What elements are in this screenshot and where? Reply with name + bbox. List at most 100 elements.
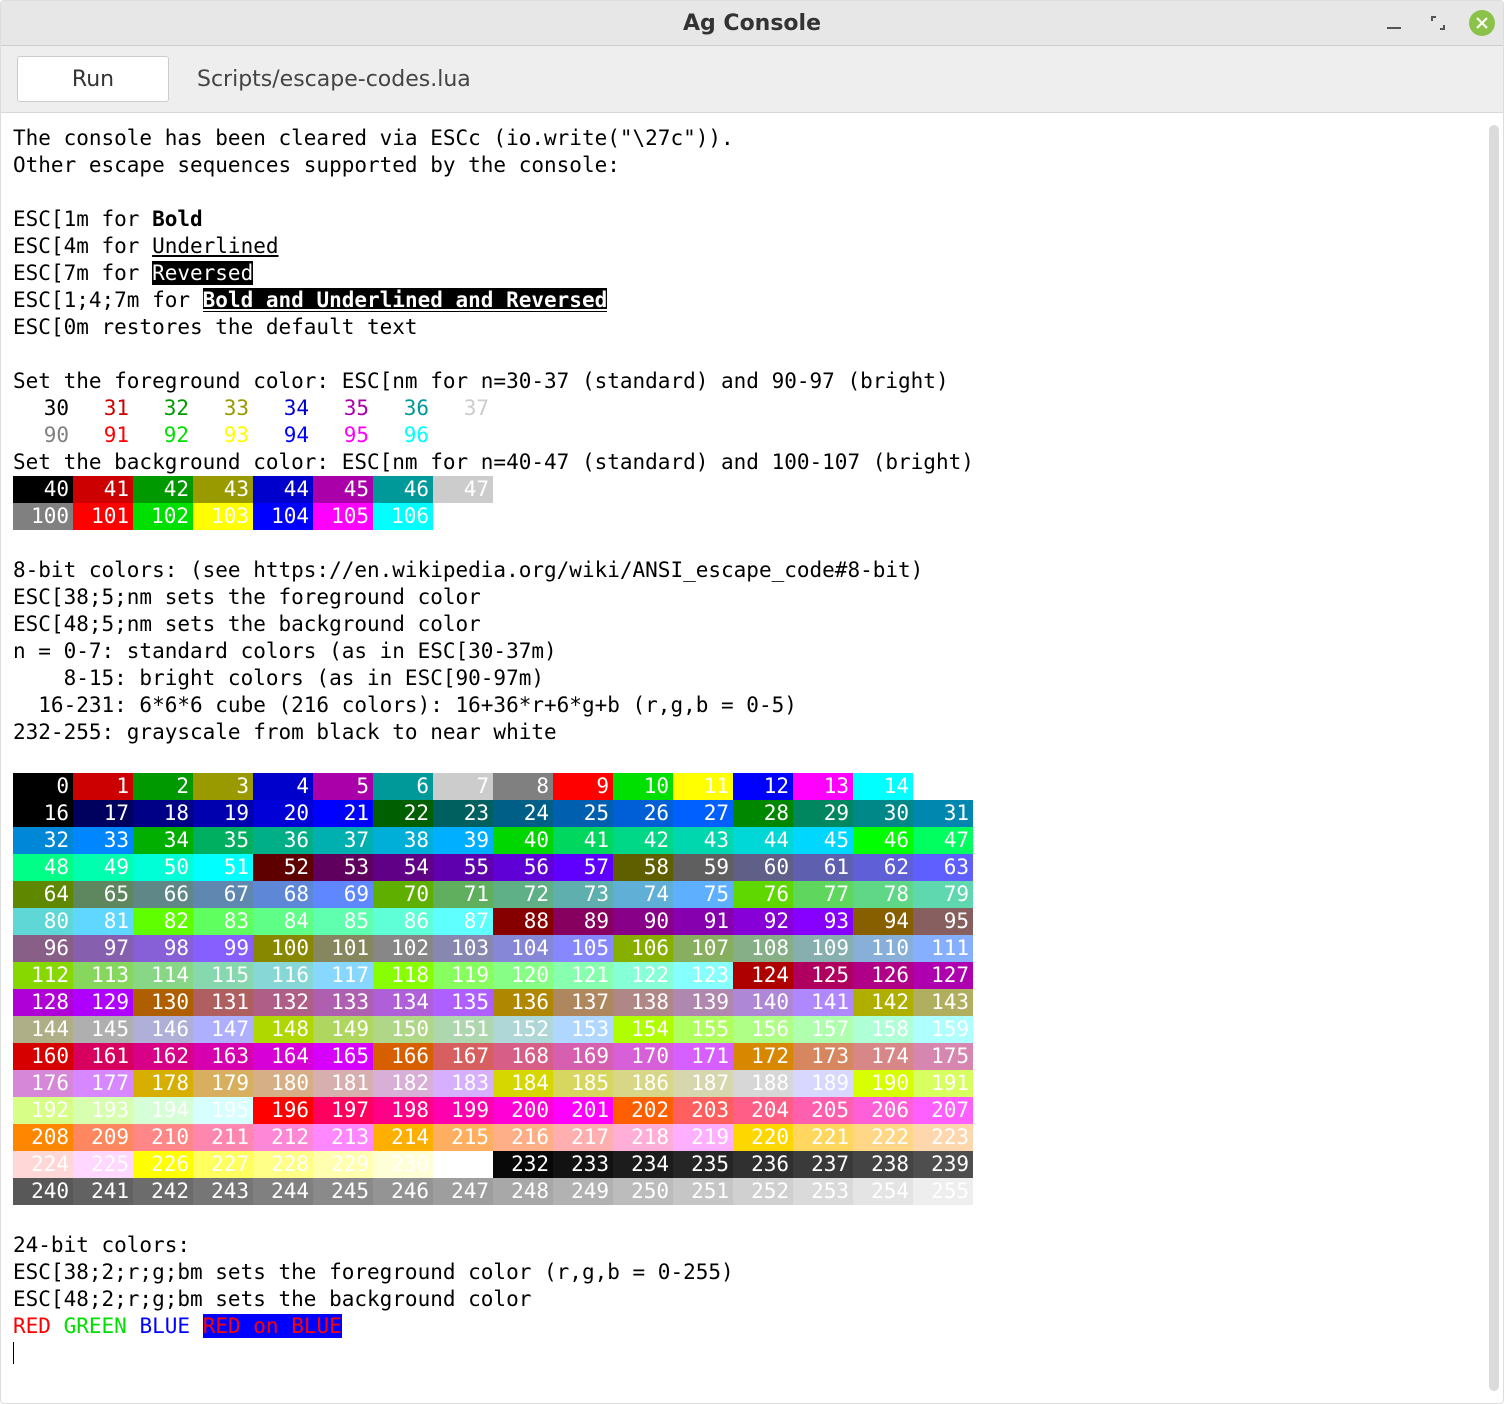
color-cell: 252 [733, 1178, 793, 1205]
color-cell: 221 [793, 1124, 853, 1151]
bg-swatch: 106 [373, 503, 433, 530]
color-cell: 114 [133, 962, 193, 989]
color-cell: 75 [673, 881, 733, 908]
color-cell: 135 [433, 989, 493, 1016]
color-cell: 175 [913, 1043, 973, 1070]
color-cell: 200 [493, 1097, 553, 1124]
color-cell: 115 [193, 962, 253, 989]
blue-text: BLUE [139, 1314, 190, 1338]
color-cell: 9 [553, 773, 613, 800]
window-title: Ag Console [683, 11, 821, 36]
color-cell: 52 [253, 854, 313, 881]
color-cell: 169 [553, 1043, 613, 1070]
color-cell: 31 [913, 800, 973, 827]
fg-swatch: 31 [73, 395, 133, 422]
color-cell: 251 [673, 1178, 733, 1205]
color-cell: 198 [373, 1097, 433, 1124]
color-cell: 180 [253, 1070, 313, 1097]
color-cell: 90 [613, 908, 673, 935]
color-cell: 188 [733, 1070, 793, 1097]
color-cell: 64 [13, 881, 73, 908]
color-cell: 149 [313, 1016, 373, 1043]
color-cell: 103 [433, 935, 493, 962]
color-cell: 24 [493, 800, 553, 827]
color-cell: 104 [493, 935, 553, 962]
color-cell: 13 [793, 773, 853, 800]
color-cell: 216 [493, 1124, 553, 1151]
color-cell: 230 [373, 1151, 433, 1178]
color-cell: 160 [13, 1043, 73, 1070]
color-cell: 54 [373, 854, 433, 881]
color-cell: 89 [553, 908, 613, 935]
console-scrollbar[interactable] [1489, 125, 1499, 1391]
color-cell: 10 [613, 773, 673, 800]
color-cell: 202 [613, 1097, 673, 1124]
color-cell: 41 [553, 827, 613, 854]
color-cell: 76 [733, 881, 793, 908]
color-cell: 58 [613, 854, 673, 881]
color-cell: 11 [673, 773, 733, 800]
color-cell: 219 [673, 1124, 733, 1151]
script-path: Scripts/escape-codes.lua [197, 67, 471, 92]
color-cell: 205 [793, 1097, 853, 1124]
color-cell: 99 [193, 935, 253, 962]
color-cell: 225 [73, 1151, 133, 1178]
toolbar: Run Scripts/escape-codes.lua [1, 46, 1503, 113]
color-cell: 23 [433, 800, 493, 827]
color-cell: 128 [13, 989, 73, 1016]
color-grid-256: 0123456789101112131415161718192021222324… [13, 773, 973, 1205]
color-cell: 113 [73, 962, 133, 989]
red-on-blue-text: RED on BLUE [203, 1314, 342, 1338]
color-cell: 63 [913, 854, 973, 881]
fg-swatch: 93 [193, 422, 253, 449]
fg-swatch: 32 [133, 395, 193, 422]
color-cell: 194 [133, 1097, 193, 1124]
color-cell: 101 [313, 935, 373, 962]
color-cell: 244 [253, 1178, 313, 1205]
fg-swatch: 90 [13, 422, 73, 449]
minimize-button[interactable] [1381, 10, 1407, 36]
color-cell: 210 [133, 1124, 193, 1151]
color-cell: 243 [193, 1178, 253, 1205]
color-cell: 204 [733, 1097, 793, 1124]
color-cell: 7 [433, 773, 493, 800]
color-cell: 150 [373, 1016, 433, 1043]
run-button[interactable]: Run [17, 56, 169, 102]
color-cell: 192 [13, 1097, 73, 1124]
color-cell: 131 [193, 989, 253, 1016]
color-cell: 132 [253, 989, 313, 1016]
color-cell: 22 [373, 800, 433, 827]
maximize-button[interactable] [1425, 10, 1451, 36]
color-cell: 2 [133, 773, 193, 800]
color-cell: 189 [793, 1070, 853, 1097]
color-cell: 1 [73, 773, 133, 800]
color-cell: 81 [73, 908, 133, 935]
color-cell: 167 [433, 1043, 493, 1070]
color-cell: 123 [673, 962, 733, 989]
color-cell: 176 [13, 1070, 73, 1097]
color-cell: 35 [193, 827, 253, 854]
color-cell: 50 [133, 854, 193, 881]
color-cell: 168 [493, 1043, 553, 1070]
color-cell: 227 [193, 1151, 253, 1178]
reverse-demo: Reversed [152, 261, 253, 285]
color-cell: 234 [613, 1151, 673, 1178]
color-cell: 98 [133, 935, 193, 962]
color-cell: 122 [613, 962, 673, 989]
color-cell: 195 [193, 1097, 253, 1124]
color-cell: 229 [313, 1151, 373, 1178]
color-cell: 174 [853, 1043, 913, 1070]
combo-demo: Bold and Underlined and Reversed [203, 288, 608, 312]
close-button[interactable] [1469, 10, 1495, 36]
color-cell: 199 [433, 1097, 493, 1124]
color-cell: 130 [133, 989, 193, 1016]
color-cell: 92 [733, 908, 793, 935]
color-cell: 178 [133, 1070, 193, 1097]
color-cell: 212 [253, 1124, 313, 1151]
color-cell: 218 [613, 1124, 673, 1151]
color-cell: 172 [733, 1043, 793, 1070]
color-cell: 140 [733, 989, 793, 1016]
color-cell: 106 [613, 935, 673, 962]
bg-swatch: 47 [433, 476, 493, 503]
color-cell: 226 [133, 1151, 193, 1178]
